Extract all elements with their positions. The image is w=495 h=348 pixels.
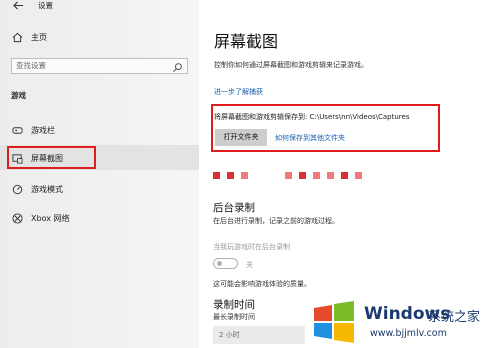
window-title: 设置 (38, 0, 53, 10)
home-icon (11, 31, 23, 43)
home-label: 主页 (31, 32, 47, 42)
bg-record-note: 这可能会影响游戏体验的质量。 (213, 280, 311, 288)
bg-record-heading: 后台录制 (213, 202, 255, 214)
search-input[interactable]: 查找设置 (11, 58, 188, 74)
bg-record-toggle-caption: 当我玩游戏时在后台录制 (213, 243, 290, 251)
max-record-value: 2 小时 (219, 331, 240, 339)
sidebar-item-xbox[interactable]: Xbox 网络 (11, 212, 69, 224)
decorative-dots-right (285, 172, 369, 181)
section-heading: 游戏 (11, 91, 26, 100)
game-mode-icon (11, 183, 23, 195)
game-bar-icon (11, 124, 23, 136)
decorative-dots-left (213, 172, 255, 181)
watermark: Windows 系统之家 www.bjjmlv.com (304, 296, 495, 348)
sidebar: 设置 主页 查找设置 游戏 游戏栏 (0, 0, 199, 348)
open-folder-button[interactable]: 打开文件夹 (215, 129, 267, 146)
page-description: 控制你如何通过屏幕截图和游戏剪辑来记录游戏。 (214, 61, 368, 69)
save-elsewhere-link[interactable]: 如何保存到其他文件夹 (275, 133, 345, 143)
max-record-label: 最长录制时间 (213, 313, 255, 321)
page-title: 屏幕截图 (214, 32, 279, 51)
sidebar-item-game-mode[interactable]: 游戏模式 (11, 183, 63, 195)
learn-more-link[interactable]: 进一步了解捕获 (214, 87, 263, 97)
search-placeholder: 查找设置 (16, 61, 46, 70)
highlight-box-sidebar (7, 146, 96, 169)
sidebar-item-label: 游戏模式 (31, 184, 63, 194)
title-row: 设置 (12, 0, 53, 10)
save-path-text: 将屏幕截图和游戏剪辑保存到: C:\Users\nn\Videos\Captur… (214, 113, 410, 121)
bg-record-toggle[interactable] (213, 258, 238, 269)
record-time-heading: 录制时间 (213, 299, 255, 311)
max-record-dropdown[interactable]: 2 小时 (213, 326, 305, 344)
sidebar-item-game-bar[interactable]: 游戏栏 (11, 124, 55, 136)
sidebar-item-label: 游戏栏 (31, 125, 55, 135)
sidebar-item-home[interactable]: 主页 (11, 31, 47, 43)
search-icon (171, 61, 183, 73)
toggle-state-label: 关 (246, 261, 253, 269)
bg-record-label: 在后台进行录制，记录之前的游戏过程。 (213, 217, 339, 225)
windows-logo-icon (314, 301, 354, 343)
sidebar-item-label: Xbox 网络 (31, 213, 70, 223)
back-arrow-icon[interactable] (12, 0, 24, 11)
watermark-url: www.bjjmlv.com (370, 328, 447, 339)
xbox-icon (11, 212, 23, 224)
watermark-cn: 系统之家 (428, 310, 481, 325)
